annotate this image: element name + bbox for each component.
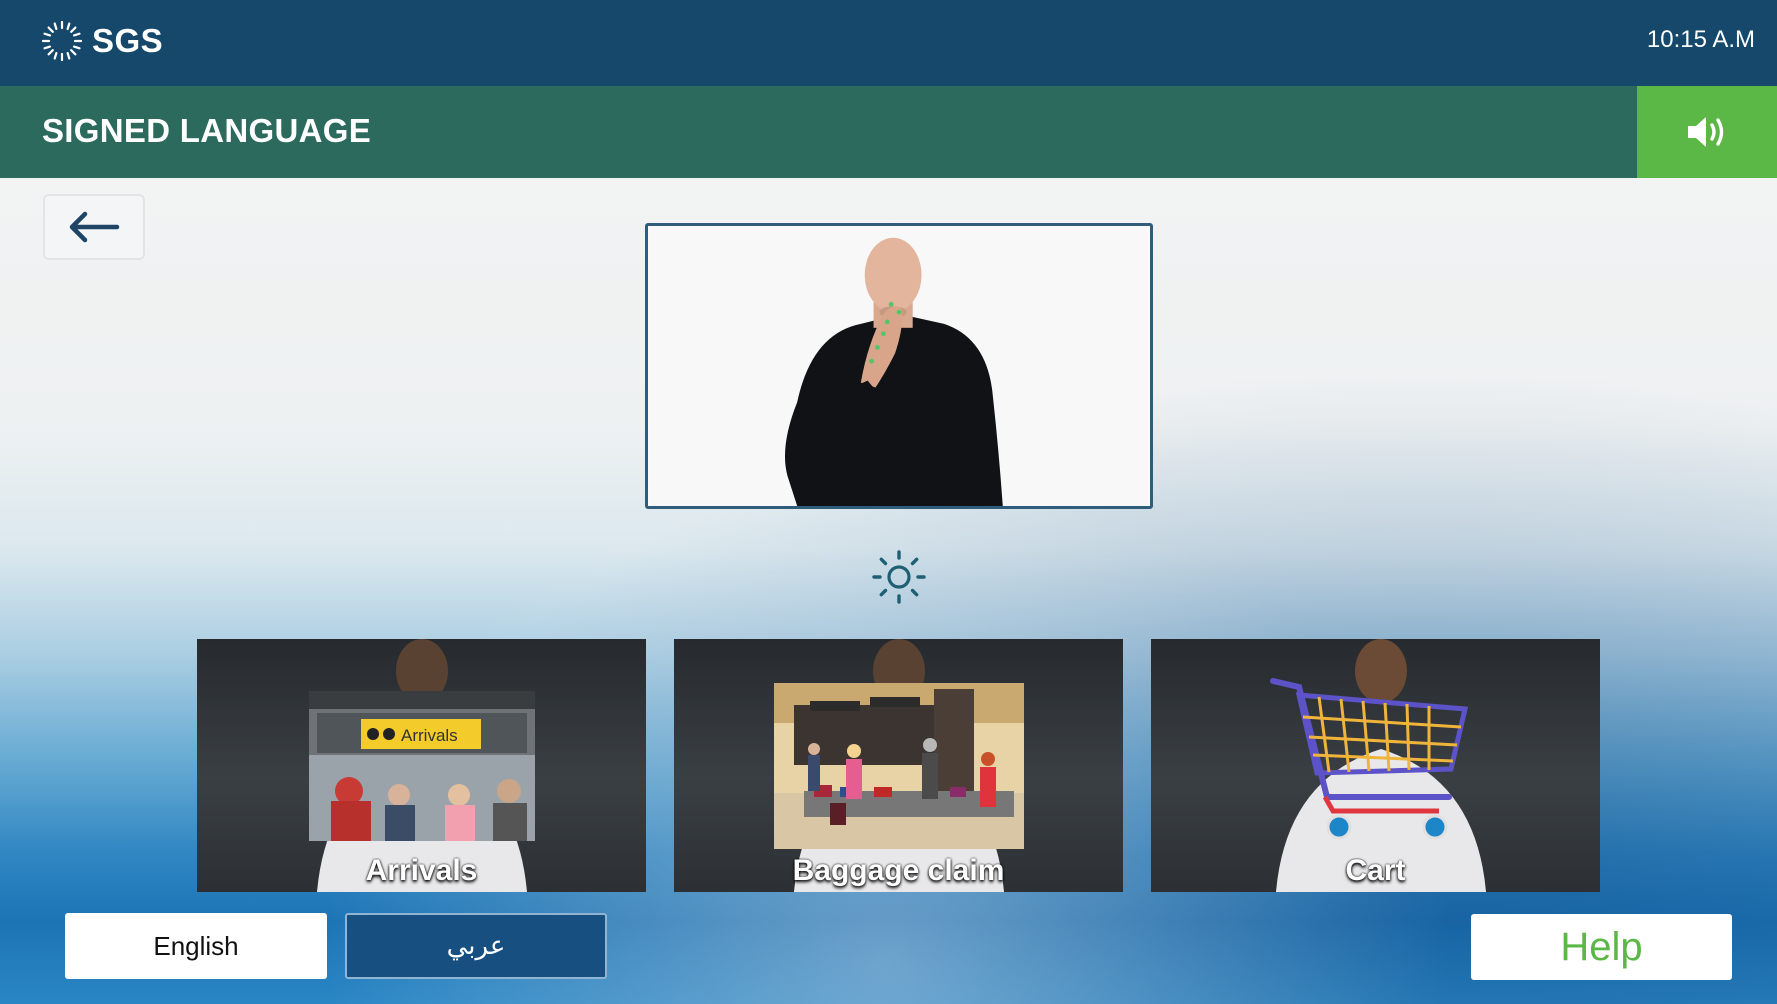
app-root: SGS 10:15 A.M SIGNED LANGUAGE Arrivals A… bbox=[0, 0, 1777, 1004]
arrivals-sign-text: Arrivals bbox=[401, 726, 458, 745]
card-label: Baggage claim bbox=[792, 854, 1005, 887]
title-bar: SIGNED LANGUAGE bbox=[0, 86, 1777, 178]
card-cart[interactable]: Cart bbox=[1151, 639, 1600, 892]
back-button[interactable] bbox=[43, 194, 145, 260]
arrivals-picture: Arrivals bbox=[309, 691, 535, 841]
card-label: Cart bbox=[1345, 854, 1406, 887]
baggage-claim-picture bbox=[774, 683, 1024, 849]
sgs-logo-icon bbox=[41, 20, 83, 62]
sgs-logo: SGS bbox=[40, 18, 163, 64]
card-baggage-claim[interactable]: Baggage claim bbox=[674, 639, 1123, 892]
page-title: SIGNED LANGUAGE bbox=[42, 112, 372, 149]
sign-language-video[interactable] bbox=[645, 223, 1153, 509]
english-button[interactable]: English bbox=[65, 913, 327, 979]
arabic-button[interactable]: عربي bbox=[345, 913, 607, 979]
clock: 10:15 A.M bbox=[1646, 26, 1755, 53]
sun-icon[interactable] bbox=[871, 549, 927, 605]
arrow-left-icon bbox=[69, 211, 120, 243]
sound-button[interactable] bbox=[1637, 86, 1777, 178]
card-arrivals[interactable]: Arrivals Arrivals bbox=[197, 639, 646, 892]
cart-picture bbox=[1270, 678, 1469, 840]
speaker-icon bbox=[1688, 117, 1724, 147]
logo-text: SGS bbox=[92, 22, 164, 59]
card-label: Arrivals bbox=[365, 854, 478, 887]
help-button[interactable]: Help bbox=[1471, 914, 1732, 980]
signer-image bbox=[650, 226, 1148, 506]
top-bar: SGS 10:15 A.M bbox=[0, 0, 1777, 86]
